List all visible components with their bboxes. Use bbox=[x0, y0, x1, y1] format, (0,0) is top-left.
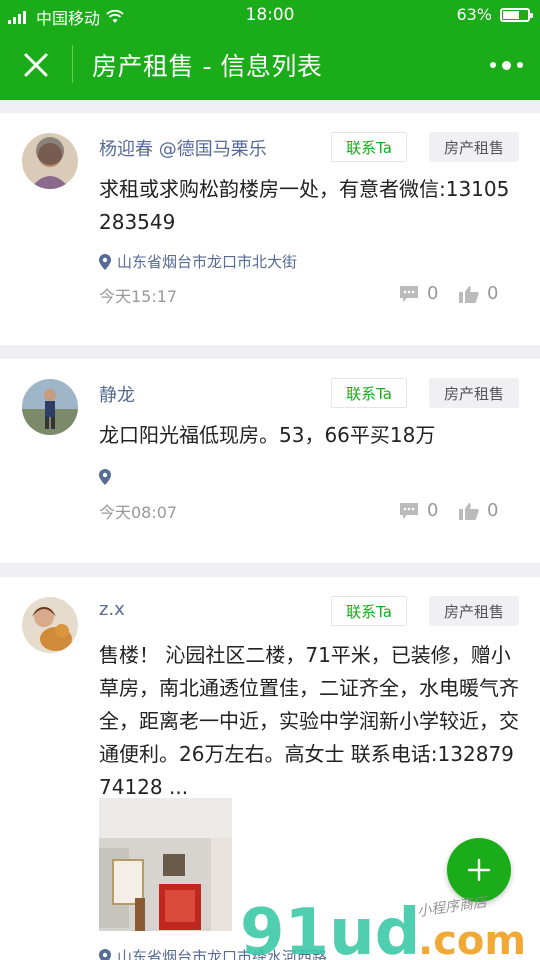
category-tag: 房产租售 bbox=[429, 132, 519, 162]
post-photo[interactable] bbox=[99, 798, 232, 931]
like-count[interactable]: 0 bbox=[459, 283, 498, 304]
location[interactable]: 山东省烟台市龙口市北大街 bbox=[99, 251, 297, 272]
user-name[interactable]: z.x bbox=[99, 599, 125, 620]
contact-button[interactable]: 联系Ta bbox=[331, 378, 407, 408]
category-tag: 房产租售 bbox=[429, 378, 519, 408]
add-post-button[interactable] bbox=[447, 838, 511, 902]
post-card[interactable]: 杨迎春 @德国马栗乐 联系Ta 房产租售 求租或求购松韵楼房一处，有意者微信:1… bbox=[0, 113, 540, 345]
comment-count[interactable]: 0 bbox=[399, 283, 438, 304]
battery-percent: 63% bbox=[456, 5, 492, 24]
location-pin-icon bbox=[99, 469, 111, 485]
location-pin-icon bbox=[99, 253, 111, 270]
contact-button[interactable]: 联系Ta bbox=[331, 132, 407, 162]
post-card[interactable]: 静龙 联系Ta 房产租售 龙口阳光福低现房。53，66平买18万 今天08:07… bbox=[0, 359, 540, 563]
nav-divider bbox=[72, 45, 73, 83]
status-bar: 中国移动 18:00 63% bbox=[0, 0, 540, 30]
thumbs-up-icon bbox=[459, 502, 479, 520]
location[interactable]: 山东省烟台市龙口市绛水河西路 bbox=[99, 946, 327, 960]
close-icon[interactable] bbox=[16, 45, 56, 85]
thumbs-up-icon bbox=[459, 285, 479, 303]
more-icon[interactable] bbox=[488, 50, 524, 80]
top-bar: 中国移动 18:00 63% 房产租售 - 信息列表 bbox=[0, 0, 540, 100]
user-name[interactable]: 静龙 bbox=[99, 381, 135, 407]
comment-count[interactable]: 0 bbox=[399, 500, 438, 521]
avatar[interactable] bbox=[22, 133, 78, 189]
location-text: 山东省烟台市龙口市绛水河西路 bbox=[117, 948, 328, 960]
post-card[interactable]: z.x 联系Ta 房产租售 售楼！ 沁园社区二楼，71平米，已装修，赠小草房，南… bbox=[0, 577, 540, 960]
post-content: 售楼！ 沁园社区二楼，71平米，已装修，赠小草房，南北通透位置佳，二证齐全，水电… bbox=[99, 643, 519, 799]
battery-icon bbox=[500, 7, 533, 22]
avatar[interactable] bbox=[22, 379, 78, 435]
location-pin-icon bbox=[99, 948, 111, 960]
nav-bar: 房产租售 - 信息列表 bbox=[0, 30, 540, 100]
location[interactable] bbox=[99, 469, 117, 485]
plus-icon bbox=[467, 858, 491, 882]
user-name[interactable]: 杨迎春 @德国马栗乐 bbox=[99, 135, 267, 161]
post-content: 龙口阳光福低现房。53，66平买18万 bbox=[99, 423, 436, 447]
like-count[interactable]: 0 bbox=[459, 500, 498, 521]
post-time: 今天15:17 bbox=[99, 287, 178, 306]
post-time: 今天08:07 bbox=[99, 503, 178, 522]
avatar[interactable] bbox=[22, 597, 78, 653]
category-tag: 房产租售 bbox=[429, 596, 519, 626]
comment-icon bbox=[400, 285, 418, 302]
page-title: 房产租售 - 信息列表 bbox=[92, 52, 323, 81]
post-content: 求租或求购松韵楼房一处，有意者微信:13105283549 bbox=[99, 177, 510, 234]
comment-icon bbox=[400, 502, 418, 519]
contact-button[interactable]: 联系Ta bbox=[331, 596, 407, 626]
location-text: 山东省烟台市龙口市北大街 bbox=[117, 253, 298, 271]
